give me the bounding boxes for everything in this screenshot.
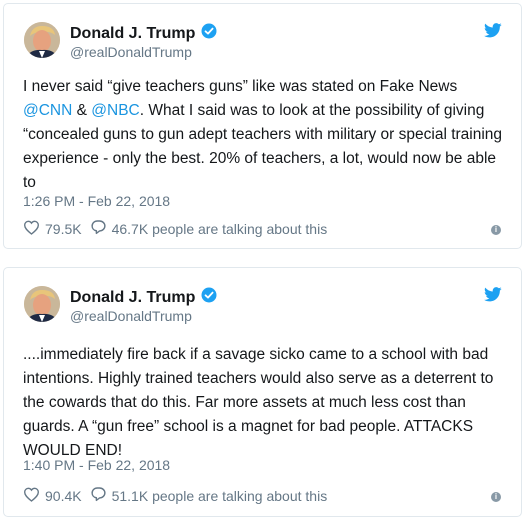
- verified-badge-icon: [201, 287, 217, 308]
- talking-count: 46.7K people are talking about this: [111, 220, 328, 237]
- author-handle[interactable]: @realDonaldTrump: [70, 308, 192, 324]
- talking-count: 51.1K people are talking about this: [111, 487, 328, 504]
- like-count: 90.4K: [45, 487, 82, 504]
- mention-link-nbc[interactable]: @NBC: [91, 102, 139, 119]
- tweet-text: I never said “give teachers guns” like w…: [23, 75, 507, 195]
- author-handle[interactable]: @realDonaldTrump: [70, 44, 192, 60]
- tweet-card-2[interactable]: Donald J. Trump @realDonaldTrump ....imm…: [3, 267, 522, 517]
- tweet-timestamp[interactable]: 1:26 PM - Feb 22, 2018: [23, 193, 170, 209]
- twitter-bird-icon[interactable]: [484, 287, 502, 307]
- verified-badge-icon: [201, 23, 217, 44]
- heart-icon: [23, 220, 40, 238]
- heart-icon: [23, 487, 40, 505]
- tweet-text: ....immediately fire back if a savage si…: [23, 346, 494, 459]
- avatar[interactable]: [24, 286, 60, 322]
- info-icon[interactable]: i: [491, 225, 501, 235]
- avatar[interactable]: [24, 22, 60, 58]
- tweet-card-1[interactable]: Donald J. Trump @realDonaldTrump I never…: [3, 3, 522, 249]
- author-name[interactable]: Donald J. Trump: [70, 289, 195, 307]
- tweet-timestamp[interactable]: 1:40 PM - Feb 22, 2018: [23, 457, 170, 473]
- reply-button[interactable]: 46.7K people are talking about this: [90, 219, 328, 238]
- reply-bubble-icon: [90, 219, 107, 238]
- tweet-text-part: I never said “give teachers guns” like w…: [23, 78, 458, 95]
- twitter-bird-icon[interactable]: [484, 23, 502, 43]
- reply-bubble-icon: [90, 486, 107, 505]
- tweet-actions: 79.5K 46.7K people are talking about thi…: [23, 219, 335, 238]
- author-name[interactable]: Donald J. Trump: [70, 25, 195, 43]
- info-icon[interactable]: i: [491, 492, 501, 502]
- author-row: Donald J. Trump: [70, 287, 217, 308]
- tweet-actions: 90.4K 51.1K people are talking about thi…: [23, 486, 335, 505]
- author-row: Donald J. Trump: [70, 23, 217, 44]
- tweet-text-part: &: [72, 102, 92, 119]
- mention-link-cnn[interactable]: @CNN: [23, 102, 72, 119]
- like-button[interactable]: 79.5K: [23, 220, 82, 238]
- like-count: 79.5K: [45, 220, 82, 237]
- like-button[interactable]: 90.4K: [23, 487, 82, 505]
- reply-button[interactable]: 51.1K people are talking about this: [90, 486, 328, 505]
